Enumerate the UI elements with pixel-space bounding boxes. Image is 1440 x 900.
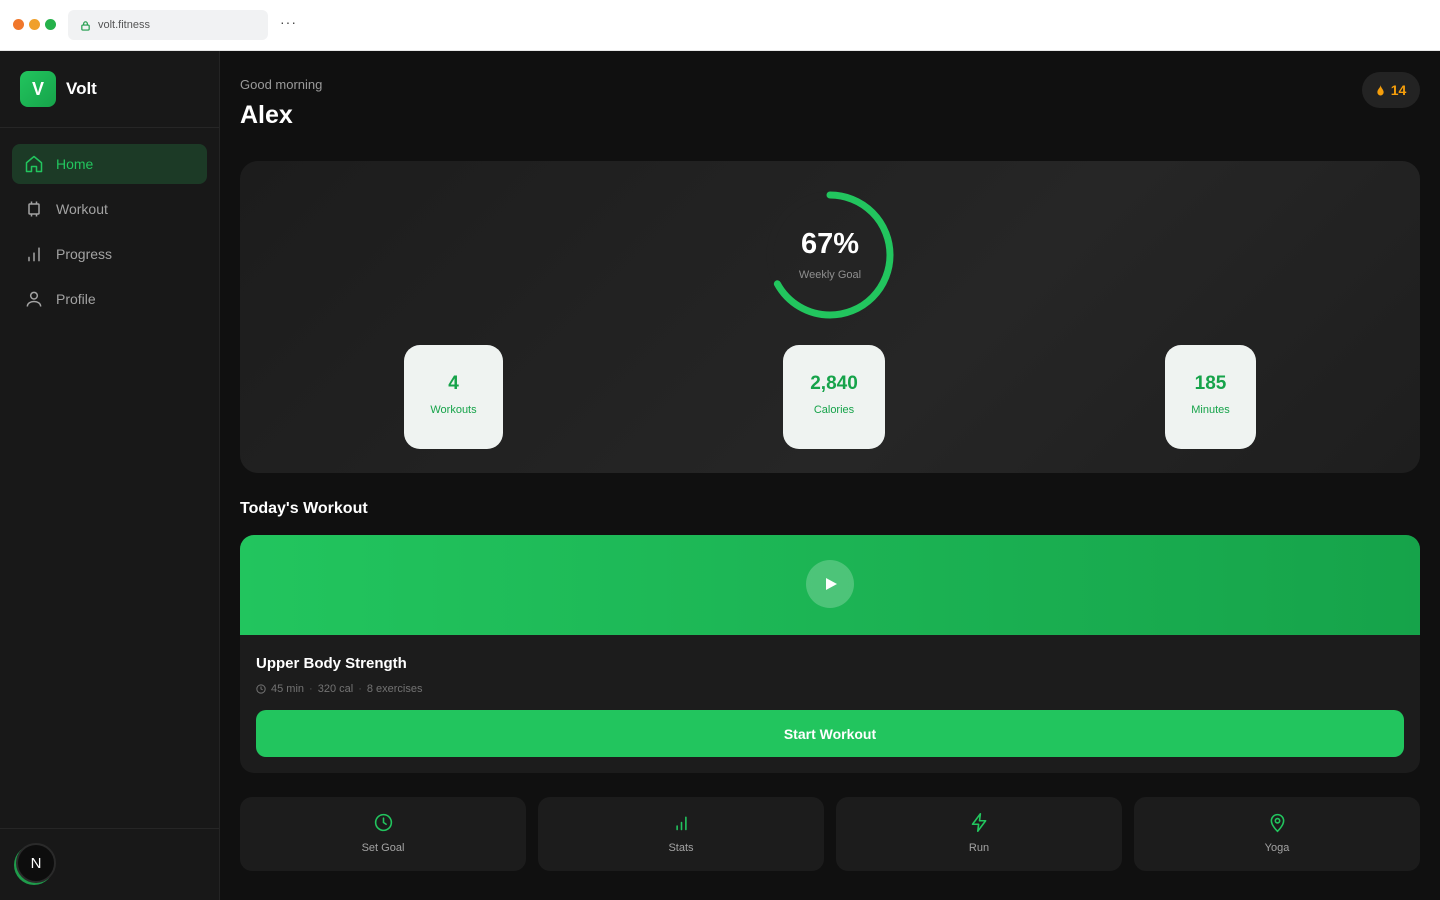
workout-meta: 45 min · 320 cal · 8 exercises bbox=[256, 683, 423, 695]
quick-action-label: Stats bbox=[668, 842, 694, 854]
play-icon bbox=[826, 578, 837, 590]
flame-icon bbox=[1377, 84, 1384, 95]
quick-action-run[interactable]: Run bbox=[836, 797, 1122, 871]
more-menu-icon[interactable]: ··· bbox=[280, 14, 297, 30]
quick-action-set-goal[interactable]: Set Goal bbox=[240, 797, 526, 871]
sidebar-item-workout[interactable]: Workout bbox=[12, 189, 207, 229]
quick-action-label: Run bbox=[968, 842, 990, 854]
stat-card-minutes[interactable]: 185 Minutes bbox=[1165, 345, 1256, 449]
meta-separator: · bbox=[358, 683, 362, 695]
maximize-window-dot[interactable] bbox=[45, 19, 56, 30]
sidebar-item-label: Progress bbox=[56, 246, 113, 262]
sidebar-item-label: Profile bbox=[56, 291, 96, 307]
workout-duration: 45 min bbox=[271, 683, 305, 695]
stat-value: 4 bbox=[448, 373, 459, 394]
home-icon bbox=[25, 155, 43, 173]
sidebar-item-progress[interactable]: Progress bbox=[12, 234, 207, 274]
greeting: Good morning bbox=[240, 77, 323, 92]
stat-card-calories[interactable]: 2,840 Calories bbox=[783, 345, 885, 449]
avatar[interactable]: N bbox=[16, 843, 56, 883]
meta-separator: · bbox=[309, 683, 313, 695]
logo[interactable]: V bbox=[20, 71, 56, 107]
address-bar[interactable]: volt.fitness bbox=[68, 10, 268, 40]
user-icon bbox=[26, 291, 42, 307]
quick-action-stats[interactable]: Stats bbox=[538, 797, 824, 871]
weekly-goal-percent: 67% bbox=[800, 228, 860, 260]
sidebar-item-label: Workout bbox=[56, 201, 108, 217]
weekly-goal-label: Weekly Goal bbox=[798, 269, 862, 281]
quick-action-label: Yoga bbox=[1264, 842, 1290, 854]
quick-action-label: Set Goal bbox=[361, 842, 405, 854]
streak-badge[interactable]: 14 bbox=[1362, 72, 1420, 108]
sidebar-item-label: Home bbox=[56, 156, 94, 172]
sidebar-footer: N bbox=[0, 828, 219, 900]
workout-banner bbox=[240, 535, 1420, 635]
streak-count: 14 bbox=[1390, 82, 1407, 98]
lightning-icon bbox=[971, 812, 986, 833]
map-pin-icon bbox=[1270, 813, 1284, 833]
clock-icon bbox=[256, 684, 266, 694]
minimize-window-dot[interactable] bbox=[29, 19, 40, 30]
url-text: volt.fitness bbox=[98, 19, 150, 31]
workout-exercises: 8 exercises bbox=[366, 683, 423, 695]
sidebar: V Volt Home Workout Progress Profile N bbox=[0, 51, 220, 900]
browser-chrome: volt.fitness ··· bbox=[0, 0, 1440, 51]
section-title: Today's Workout bbox=[240, 500, 368, 517]
stat-label: Minutes bbox=[1191, 404, 1230, 416]
sidebar-item-profile[interactable]: Profile bbox=[12, 279, 207, 319]
brand: V Volt bbox=[0, 51, 219, 128]
start-workout-button[interactable]: Start Workout bbox=[256, 710, 1404, 757]
main-content: Good morning Alex 14 67% Weekly Goal 4 W… bbox=[240, 51, 1420, 900]
quick-action-yoga[interactable]: Yoga bbox=[1134, 797, 1420, 871]
dumbbell-icon bbox=[28, 201, 40, 217]
stat-label: Calories bbox=[813, 404, 855, 416]
app: V Volt Home Workout Progress Profile N G… bbox=[0, 51, 1440, 900]
brand-name: Volt bbox=[66, 79, 97, 98]
workout-calories: 320 cal bbox=[317, 683, 354, 695]
user-name: Alex bbox=[240, 101, 293, 129]
play-button[interactable] bbox=[806, 560, 854, 608]
stat-label: Workouts bbox=[430, 404, 477, 416]
close-window-dot[interactable] bbox=[13, 19, 24, 30]
stat-value: 185 bbox=[1194, 373, 1227, 394]
bar-chart-icon bbox=[28, 247, 40, 262]
todays-workout-card: Upper Body Strength 45 min · 320 cal · 8… bbox=[240, 535, 1420, 773]
stat-card-workouts[interactable]: 4 Workouts bbox=[404, 345, 503, 449]
lock-icon bbox=[81, 20, 90, 31]
weekly-summary-card: 67% Weekly Goal 4 Workouts 2,840 Calorie… bbox=[240, 161, 1420, 473]
workout-title: Upper Body Strength bbox=[256, 655, 407, 672]
sidebar-nav: Home Workout Progress Profile bbox=[12, 144, 207, 324]
clock-icon bbox=[374, 813, 392, 832]
bar-chart-icon bbox=[675, 816, 687, 831]
stat-value: 2,840 bbox=[810, 373, 858, 394]
sidebar-item-home[interactable]: Home bbox=[12, 144, 207, 184]
